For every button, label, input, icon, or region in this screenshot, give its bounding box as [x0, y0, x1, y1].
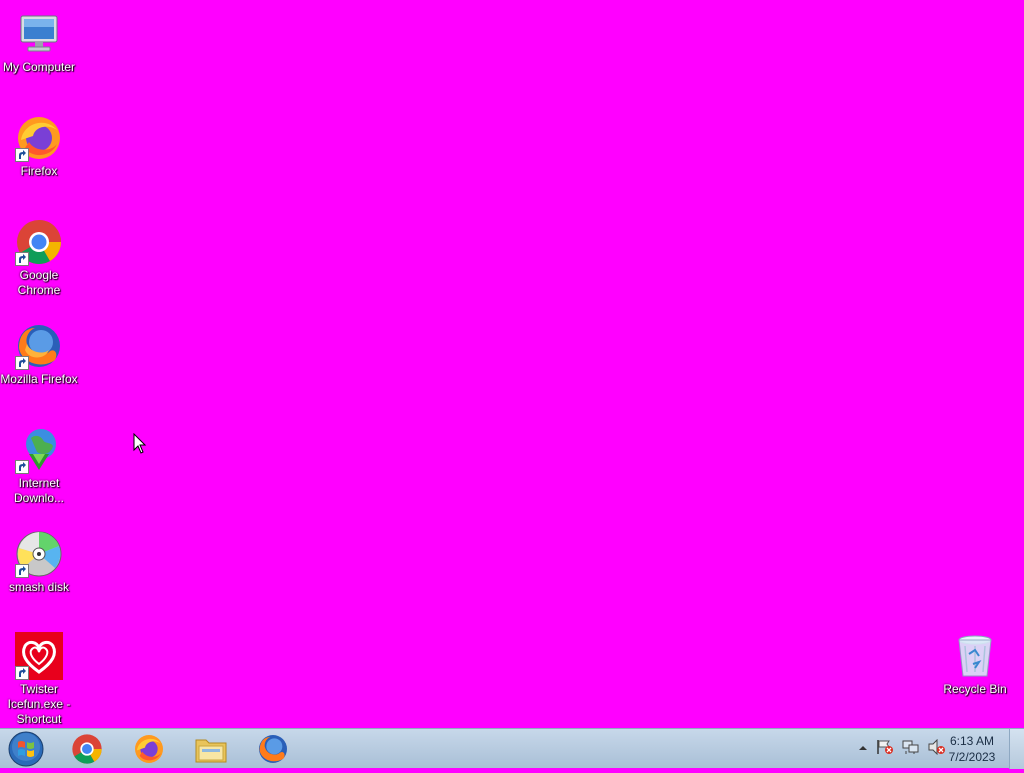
- file-explorer-icon: [195, 739, 227, 763]
- desktop-icon-smash-disk[interactable]: smash disk: [0, 520, 78, 595]
- internet-download-manager-icon: [15, 426, 63, 474]
- taskbar: 6:13 AM 7/2/2023: [0, 728, 1024, 769]
- network-icon[interactable]: [902, 739, 920, 760]
- desktop-icon-internet-download-manager[interactable]: Internet Downlo...: [0, 416, 78, 506]
- firefox-icon: [135, 735, 163, 763]
- firefox-icon: [15, 322, 63, 370]
- taskbar-chrome[interactable]: [60, 731, 114, 767]
- system-tray: [858, 729, 946, 769]
- desktop-icon-firefox[interactable]: Firefox: [0, 104, 78, 179]
- disc-icon: [15, 530, 63, 578]
- desktop-icon-google-chrome[interactable]: Google Chrome: [0, 208, 78, 298]
- shortcut-arrow-icon: [15, 148, 29, 162]
- desktop-icon-label: Internet Downlo...: [13, 476, 65, 505]
- taskbar-mozilla-firefox[interactable]: [246, 731, 300, 767]
- desktop-icon-label: My Computer: [2, 60, 76, 74]
- desktop-icon-label: Google Chrome: [17, 268, 61, 297]
- show-hidden-icons-icon[interactable]: [858, 740, 868, 758]
- firefox-icon: [259, 735, 287, 763]
- desktop-icon-label: Recycle Bin: [943, 682, 1007, 696]
- computer-icon: [15, 10, 63, 58]
- algida-icon: [15, 632, 63, 680]
- shortcut-arrow-icon: [15, 666, 29, 680]
- desktop-icon-label: Firefox: [20, 164, 58, 178]
- taskbar-firefox[interactable]: [122, 731, 176, 767]
- desktop-icon-label: smash disk: [8, 580, 70, 594]
- desktop-icon-mozilla-firefox[interactable]: Mozilla Firefox: [0, 312, 78, 387]
- firefox-icon: [15, 114, 63, 162]
- taskbar-file-explorer[interactable]: [184, 731, 238, 767]
- desktop[interactable]: My Computer Firefox Google Chrome Mozill…: [0, 0, 1024, 728]
- desktop-icon-twister-icefun[interactable]: Twister Icefun.exe - Shortcut: [0, 622, 78, 727]
- desktop-icon-recycle-bin[interactable]: Recycle Bin: [936, 622, 1014, 697]
- start-button[interactable]: [4, 730, 48, 768]
- shortcut-arrow-icon: [15, 564, 29, 578]
- clock-date: 7/2/2023: [948, 750, 996, 764]
- mouse-cursor-icon: [133, 433, 147, 454]
- action-center-flag-icon[interactable]: [876, 739, 894, 760]
- chrome-icon: [72, 734, 102, 764]
- shortcut-arrow-icon: [15, 356, 29, 370]
- desktop-icon-my-computer[interactable]: My Computer: [0, 0, 78, 75]
- chrome-icon: [15, 218, 63, 266]
- shortcut-arrow-icon: [15, 252, 29, 266]
- taskbar-clock[interactable]: 6:13 AM 7/2/2023: [944, 733, 1000, 765]
- desktop-icon-label: Twister Icefun.exe - Shortcut: [7, 682, 71, 726]
- shortcut-arrow-icon: [15, 460, 29, 474]
- show-desktop-button[interactable]: [1009, 729, 1024, 769]
- windows-logo-icon: [8, 731, 44, 767]
- recycle-bin-icon: [951, 632, 999, 680]
- desktop-icon-label: Mozilla Firefox: [0, 372, 78, 386]
- clock-time: 6:13 AM: [949, 734, 995, 748]
